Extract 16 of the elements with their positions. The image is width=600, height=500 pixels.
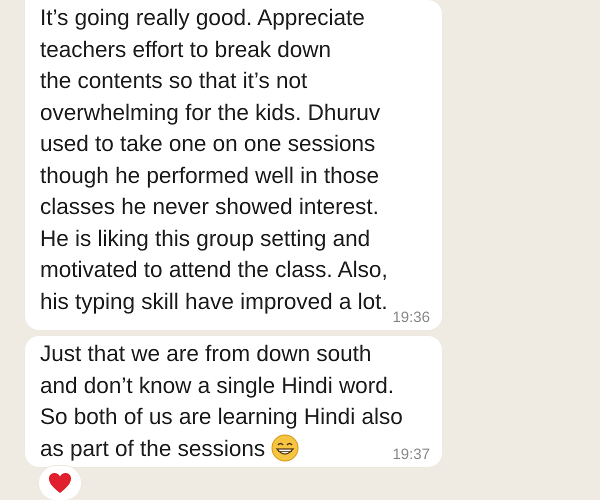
message-time: 19:37 [391, 446, 430, 464]
message-line: teachers effort to break down [40, 36, 332, 64]
message-line: his typing skill have improved a lot. [40, 288, 388, 316]
message-line: the contents so that it’s not [40, 67, 308, 95]
message-line: used to take one on one sessions [40, 130, 376, 158]
message-line: motivated to attend the class. Also, [40, 256, 388, 284]
message-line: So both of us are learning Hindi also [40, 403, 403, 431]
message-line: He is liking this group setting and [40, 224, 370, 253]
message-line: Just that we are from down south [40, 340, 372, 368]
message-time: 19:36 [391, 309, 430, 327]
message-line: classes he never showed interest. [40, 193, 379, 221]
message-line: overwhelming for the kids. Dhuruv [40, 98, 380, 127]
message-line: though he performed well in those [40, 162, 379, 190]
message-line: and don’t know a single Hindi word. [40, 372, 394, 400]
message-line: as part of the sessions [40, 434, 266, 463]
message-line: It’s going really good. Appreciate [40, 4, 365, 32]
